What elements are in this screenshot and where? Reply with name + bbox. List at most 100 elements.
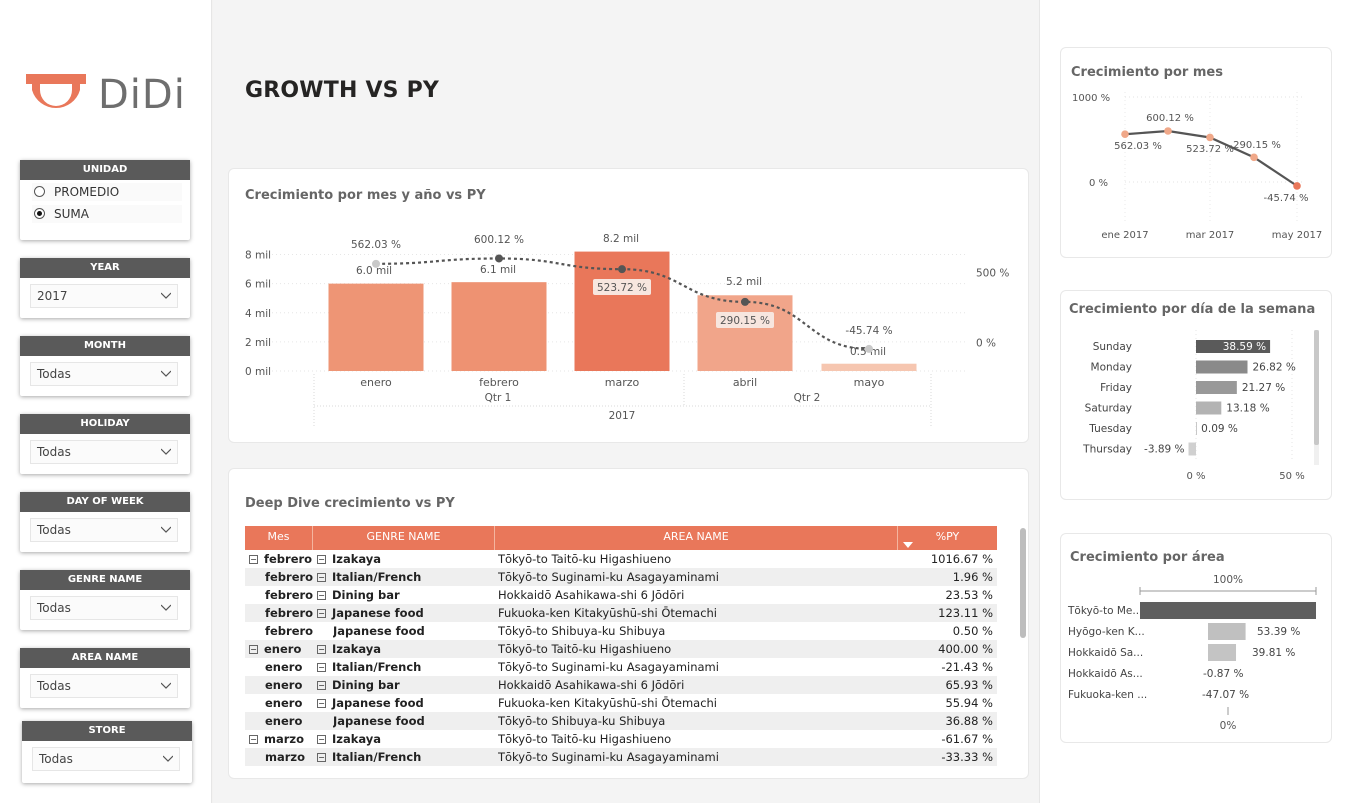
- area-chart[interactable]: 100% Tōkyō-to Me... Hyōgo-ken K... 53.39 % H…: [1060, 533, 1332, 743]
- table-row[interactable]: febrero − Japanese food Fukuoka-ken Kitakyū…: [245, 604, 997, 622]
- report-canvas: DiDi UNIDAD PROMEDIO SUMA YEAR 2017 MONT…: [0, 0, 1346, 803]
- holiday-dropdown[interactable]: Todas: [30, 440, 178, 464]
- bar-monday: [1196, 360, 1248, 374]
- day-of-week-dropdown-value: Todas: [37, 523, 71, 537]
- cell-genre: Japanese food: [333, 714, 425, 728]
- unidad-slicer: UNIDAD PROMEDIO SUMA: [20, 160, 190, 240]
- table-scrollbar[interactable]: [1020, 528, 1026, 638]
- cell-area: Tōkyō-to Suginami-ku Asagayaminami: [498, 660, 719, 674]
- collapse-icon[interactable]: −: [317, 681, 326, 690]
- genre-name-slicer: GENRE NAME Todas: [20, 570, 190, 630]
- column-header-area-name[interactable]: AREA NAME: [495, 526, 898, 550]
- table-row[interactable]: enero − Dining bar Hokkaidō Asahikawa-shi 6…: [245, 676, 997, 694]
- table-row[interactable]: enero Japanese food Tōkyō-to Shibuya-ku Sh…: [245, 712, 997, 730]
- x-tick-label: enero: [360, 376, 392, 389]
- bar-value-label: 21.27 %: [1242, 382, 1285, 394]
- deep-dive-table[interactable]: Mes GENRE NAME AREA NAME %PY − febrero − Iz…: [245, 526, 997, 766]
- cell-genre: − Japanese food: [317, 606, 424, 620]
- radio-promedio[interactable]: [34, 186, 45, 197]
- category-label: Fukuoka-ken ...: [1068, 689, 1147, 701]
- cell-genre: − Dining bar: [317, 588, 400, 602]
- bar-tuesday: [1196, 422, 1197, 435]
- table-row[interactable]: − marzo − Izakaya Tōkyō-to Taitō-ku Higashiu…: [245, 730, 997, 748]
- collapse-icon[interactable]: −: [249, 555, 258, 564]
- cell-area: Tōkyō-to Shibuya-ku Shibuya: [498, 714, 666, 728]
- growth-point: [1164, 127, 1172, 135]
- table-row[interactable]: febrero − Italian/French Tōkyō-to Suginami-…: [245, 568, 997, 586]
- radio-suma[interactable]: [34, 208, 45, 219]
- collapse-icon[interactable]: −: [249, 735, 258, 744]
- table-row[interactable]: − enero − Izakaya Tōkyō-to Taitō-ku Higashiu…: [245, 640, 997, 658]
- cell-area: Hokkaidō Asahikawa-shi 6 Jōdōri: [498, 678, 685, 692]
- growth-point: [1206, 133, 1214, 142]
- holiday-slicer-title: HOLIDAY: [20, 414, 190, 434]
- cell-genre: − Izakaya: [317, 552, 382, 566]
- bar-value-label: 38.59 %: [1223, 341, 1266, 353]
- collapse-icon[interactable]: −: [317, 591, 326, 600]
- table-row[interactable]: febrero − Dining bar Hokkaidō Asahikawa-shi…: [245, 586, 997, 604]
- cell-area: Tōkyō-to Suginami-ku Asagayaminami: [498, 570, 719, 584]
- bar-value-label: 39.81 %: [1252, 647, 1295, 659]
- area-bar: [1208, 644, 1237, 661]
- column-header-mes[interactable]: Mes: [245, 526, 313, 550]
- cell-genre: − Italian/French: [317, 660, 422, 674]
- category-label: Hokkaidō Sa...: [1068, 647, 1143, 659]
- collapse-icon[interactable]: −: [317, 555, 326, 564]
- category-label: Monday: [1091, 362, 1132, 374]
- day-of-week-dropdown[interactable]: Todas: [30, 518, 178, 542]
- holiday-slicer: HOLIDAY Todas: [20, 414, 190, 474]
- y-tick-label: 2 mil: [245, 337, 271, 349]
- category-label: Hokkaidō As...: [1068, 668, 1143, 680]
- table-row[interactable]: marzo − Italian/French Tōkyō-to Suginami-ku…: [245, 748, 997, 766]
- bar-saturday: [1196, 401, 1222, 415]
- column-header-genre-name[interactable]: GENRE NAME: [313, 526, 495, 550]
- chevron-down-icon: [161, 292, 171, 299]
- category-label: Hyōgo-ken K...: [1068, 626, 1145, 638]
- collapse-icon[interactable]: −: [317, 699, 326, 708]
- genre-name-dropdown-value: Todas: [37, 601, 71, 615]
- combo-chart[interactable]: 0 mil 2 mil 4 mil 6 mil 8 mil 0 % 500 % enero fe…: [228, 168, 1029, 443]
- genre-name-dropdown[interactable]: Todas: [30, 596, 178, 620]
- weekday-chart[interactable]: Sunday 38.59 % Monday 26.82 % Friday 21.27 % S…: [1060, 290, 1332, 500]
- growth-point: [865, 344, 873, 353]
- store-slicer-title: STORE: [22, 721, 192, 741]
- growth-point: [1250, 153, 1258, 162]
- collapse-icon[interactable]: −: [317, 735, 326, 744]
- holiday-dropdown-value: Todas: [37, 445, 71, 459]
- cell-py: 0.50 %: [952, 624, 993, 638]
- day-of-week-slicer-title: DAY OF WEEK: [20, 492, 190, 512]
- table-title: Deep Dive crecimiento vs PY: [245, 496, 455, 511]
- cell-py: -33.33 %: [941, 750, 993, 764]
- table-row[interactable]: enero − Japanese food Fukuoka-ken Kitakyūsh…: [245, 694, 997, 712]
- bar-value-label: 26.82 %: [1252, 362, 1295, 374]
- collapse-icon[interactable]: −: [317, 609, 326, 618]
- table-row[interactable]: enero − Italian/French Tōkyō-to Suginami-ku…: [245, 658, 997, 676]
- unidad-option-promedio[interactable]: PROMEDIO: [32, 183, 182, 201]
- unidad-option-suma[interactable]: SUMA: [32, 205, 182, 223]
- collapse-icon[interactable]: −: [317, 645, 326, 654]
- collapse-icon[interactable]: −: [317, 753, 326, 762]
- year-dropdown[interactable]: 2017: [30, 284, 178, 308]
- chevron-down-icon: [161, 526, 171, 533]
- collapse-icon[interactable]: −: [317, 663, 326, 672]
- y-tick-label: 0 mil: [245, 366, 271, 378]
- cell-genre: − Italian/French: [317, 570, 422, 584]
- sort-desc-icon[interactable]: [903, 542, 913, 548]
- cell-area: Tōkyō-to Shibuya-ku Shibuya: [498, 624, 666, 638]
- area-name-dropdown[interactable]: Todas: [30, 674, 178, 698]
- line-value-label: -45.74 %: [1264, 193, 1309, 204]
- line-chart[interactable]: 1000 % 0 % 562.03 % 600.12 % 523.72 % 290.15 …: [1060, 47, 1332, 258]
- x-tick-label: abril: [733, 376, 757, 389]
- x-tick-label: mayo: [854, 376, 885, 389]
- category-label: Saturday: [1085, 403, 1132, 415]
- collapse-icon[interactable]: −: [249, 645, 258, 654]
- store-dropdown[interactable]: Todas: [32, 747, 180, 771]
- table-row[interactable]: − febrero − Izakaya Tōkyō-to Taitō-ku Higash…: [245, 550, 997, 568]
- collapse-icon[interactable]: −: [317, 573, 326, 582]
- cell-py: 1016.67 %: [930, 552, 993, 566]
- table-row[interactable]: febrero Japanese food Tōkyō-to Shibuya-ku …: [245, 622, 997, 640]
- month-slicer-title: MONTH: [20, 336, 190, 356]
- month-dropdown[interactable]: Todas: [30, 362, 178, 386]
- cell-py: 23.53 %: [945, 588, 993, 602]
- bar-value-label: 8.2 mil: [603, 233, 639, 245]
